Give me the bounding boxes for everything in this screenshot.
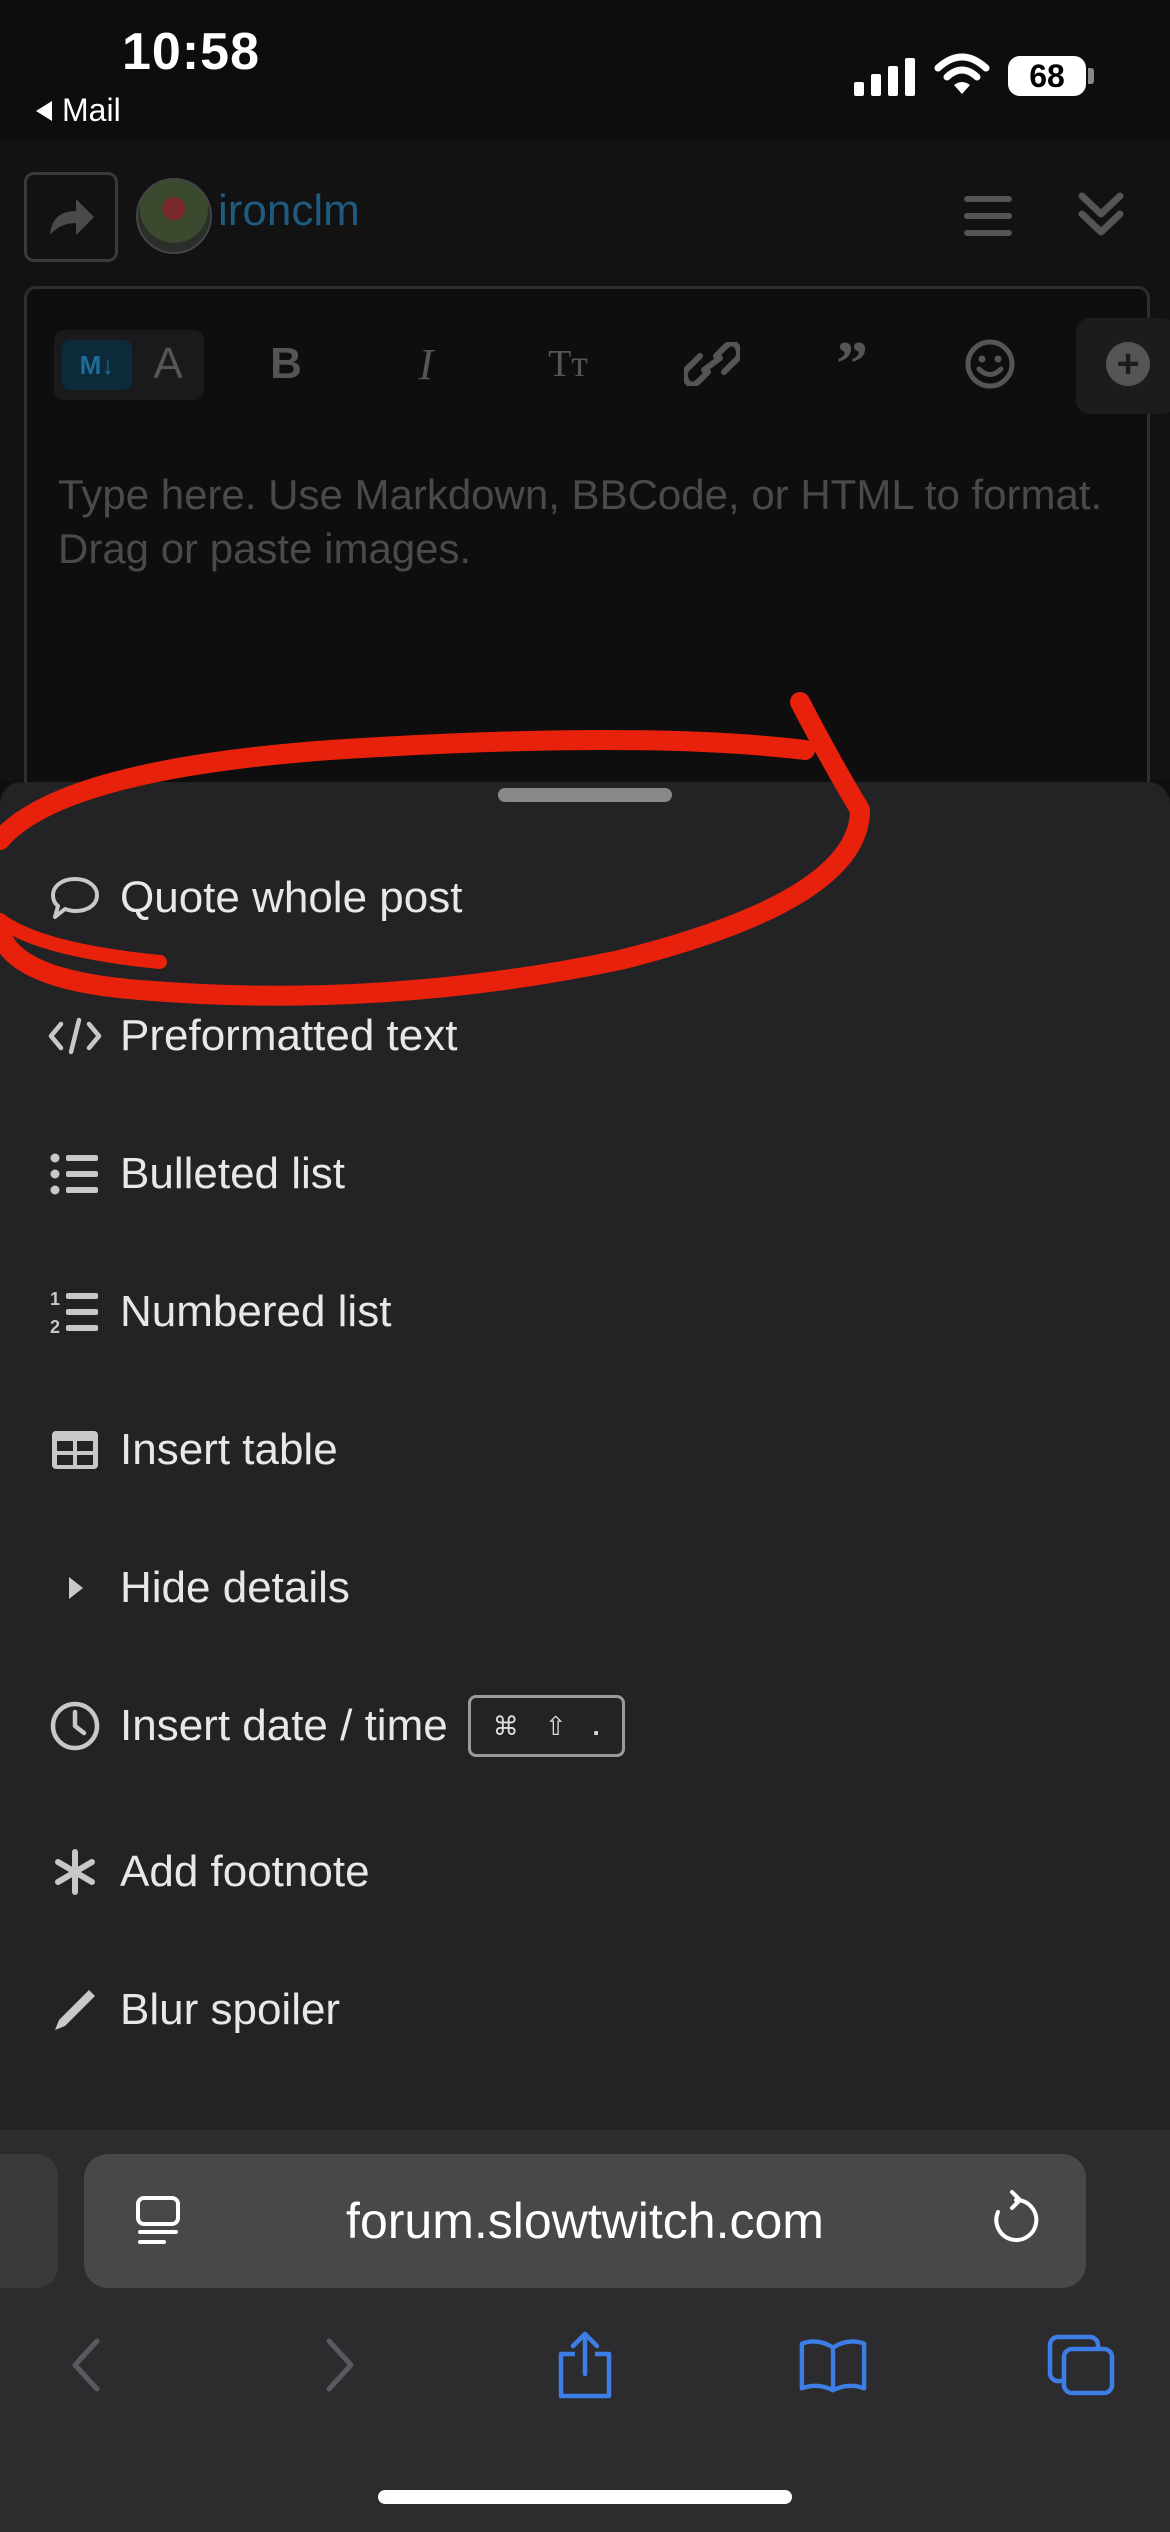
numbered-list-icon: 12 (44, 1289, 106, 1335)
back-to-mail-button[interactable]: Mail (36, 92, 121, 129)
menu-item-numbered-list[interactable]: 12 Numbered list (0, 1252, 1170, 1372)
menu-item-blur-spoiler[interactable]: Blur spoiler (0, 1950, 1170, 2070)
svg-text:1: 1 (50, 1289, 60, 1309)
svg-text:2: 2 (50, 1317, 60, 1335)
status-time: 10:58 (122, 23, 260, 81)
link-icon[interactable] (684, 342, 740, 386)
back-chevron-icon[interactable] (52, 2330, 122, 2400)
bookmarks-icon[interactable] (798, 2330, 868, 2400)
menu-item-label: Numbered list (120, 1287, 392, 1336)
markdown-toggle-icon[interactable]: M↓ (62, 340, 132, 390)
command-key: ⌘ (492, 1710, 519, 1741)
back-triangle-icon (36, 100, 52, 121)
hamburger-menu-icon[interactable] (964, 196, 1012, 236)
reply-username[interactable]: ironclm (218, 186, 360, 236)
address-bar-url[interactable]: forum.slowtwitch.com (330, 2192, 840, 2250)
period-key: . (592, 1710, 600, 1741)
cellular-signal-icon (854, 58, 915, 96)
composer-placeholder: Type here. Use Markdown, BBCode, or HTML… (58, 471, 1103, 572)
red-highlight-scribble (0, 692, 870, 1006)
asterisk-icon (44, 1849, 106, 1895)
bold-icon[interactable]: B (258, 336, 314, 392)
wifi-icon (934, 53, 990, 94)
forward-chevron-icon[interactable] (304, 2330, 374, 2400)
share-icon[interactable] (550, 2330, 620, 2400)
caret-right-icon (44, 1573, 106, 1603)
emoji-icon[interactable] (964, 338, 1016, 390)
menu-item-label: Add footnote (120, 1847, 370, 1896)
battery-tip (1088, 68, 1094, 84)
menu-item-insert-date-time[interactable]: Insert date / time ⌘ ⇧ . (0, 1666, 1170, 1786)
reload-icon[interactable] (990, 2190, 1042, 2248)
font-a-icon[interactable]: A (140, 336, 196, 392)
plus-icon[interactable]: + (1106, 342, 1150, 386)
menu-item-label: Hide details (120, 1563, 350, 1612)
menu-item-insert-table[interactable]: Insert table (0, 1390, 1170, 1510)
menu-item-hide-details[interactable]: Hide details (0, 1528, 1170, 1648)
text-size-icon[interactable]: Tт (540, 336, 596, 392)
clock-icon (44, 1700, 106, 1752)
home-indicator[interactable] (378, 2490, 792, 2504)
adjacent-tab-preview[interactable] (0, 2154, 58, 2288)
reply-arrow-icon (50, 199, 94, 235)
page-menu-icon[interactable] (134, 2194, 182, 2248)
menu-item-label: Bulleted list (120, 1149, 346, 1198)
menu-item-bulleted-list[interactable]: Bulleted list (0, 1114, 1170, 1234)
italic-icon[interactable]: I (398, 336, 454, 392)
menu-item-label: Insert date / time (120, 1701, 448, 1750)
pencil-icon (44, 1986, 106, 2034)
table-icon (44, 1429, 106, 1471)
user-avatar (136, 178, 212, 254)
blockquote-icon[interactable]: ” (824, 328, 880, 399)
menu-item-label: Preformatted text (120, 1011, 458, 1060)
tabs-overview-icon[interactable] (1046, 2330, 1116, 2400)
shift-key: ⇧ (544, 1710, 567, 1741)
back-label: Mail (62, 92, 121, 128)
battery-indicator: 68 (1008, 56, 1086, 96)
reply-toggle-button[interactable] (24, 172, 118, 262)
keyboard-shortcut-badge: ⌘ ⇧ . (467, 1695, 625, 1757)
code-icon (44, 1016, 106, 1056)
menu-item-add-footnote[interactable]: Add footnote (0, 1812, 1170, 1932)
menu-item-label: Insert table (120, 1425, 338, 1474)
bulleted-list-icon (44, 1152, 106, 1196)
menu-item-label: Blur spoiler (120, 1985, 341, 2034)
collapse-chevrons-icon[interactable] (1074, 188, 1128, 242)
